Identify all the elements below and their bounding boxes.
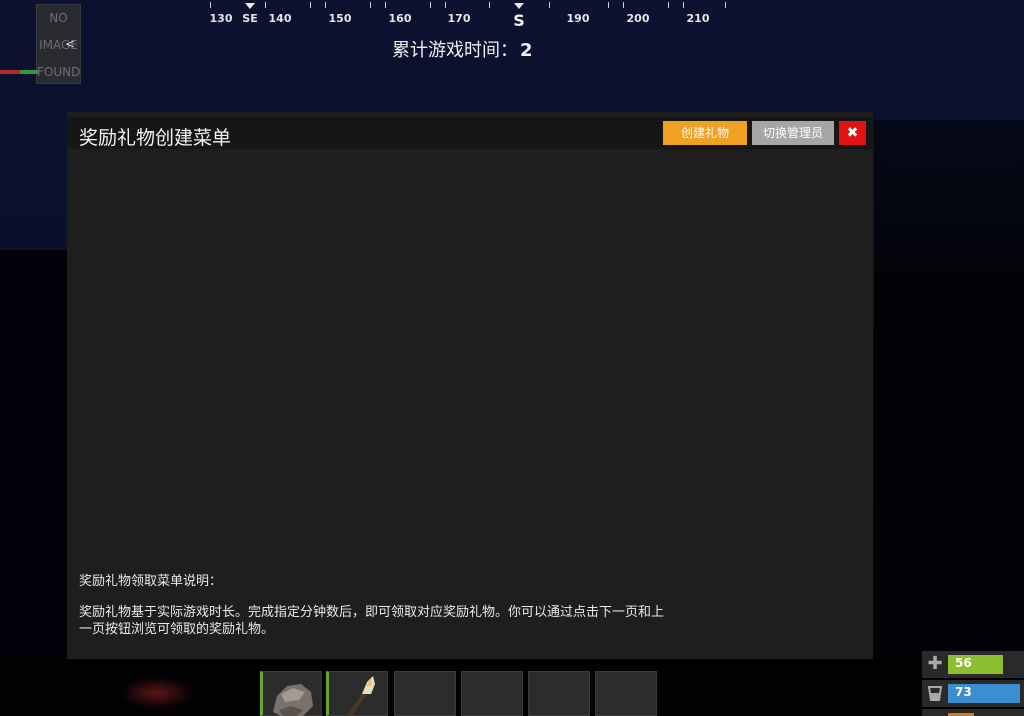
compass-tick	[265, 2, 266, 8]
compass-tick	[489, 2, 490, 8]
compass-tick	[725, 2, 726, 8]
switch-admin-button[interactable]: 切换管理员	[752, 121, 834, 145]
hotbar-slot-empty[interactable]	[461, 671, 523, 716]
compass-marker-s	[514, 3, 524, 9]
status-mini-bar-green	[20, 70, 38, 74]
no-image-text: NO	[49, 11, 68, 25]
compass-label-s: S	[513, 11, 525, 30]
background-silhouette-right	[874, 120, 1024, 660]
compass-label-210: 210	[686, 12, 710, 25]
panel-title: 奖励礼物创建菜单	[79, 127, 232, 149]
reward-gift-panel: 奖励礼物创建菜单 创建礼物 切换管理员 ✖ 奖励礼物领取菜单说明： 奖励礼物基于…	[67, 112, 873, 659]
compass-tick	[325, 2, 326, 8]
hydration-status: 73	[922, 680, 1024, 707]
compass-label-130: 130	[209, 12, 233, 25]
compass-tick	[668, 2, 669, 8]
close-button[interactable]: ✖	[839, 121, 866, 145]
playtime-display: 累计游戏时间： 2	[392, 36, 533, 62]
playtime-label: 累计游戏时间：	[392, 40, 518, 61]
compass-tick	[683, 2, 684, 8]
torch-icon	[347, 676, 375, 716]
compass-tick	[310, 2, 311, 8]
cup-icon	[926, 684, 944, 702]
panel-header: 奖励礼物创建菜单 创建礼物 切换管理员 ✖	[67, 117, 873, 149]
compass-tick	[385, 2, 386, 8]
compass-tick	[445, 2, 446, 8]
compass-label-170: 170	[447, 12, 471, 25]
rock-icon	[273, 684, 313, 716]
compass-tick	[210, 2, 211, 8]
hotbar-slot-empty[interactable]	[528, 671, 590, 716]
status-mini-bar	[0, 70, 38, 74]
no-image-placeholder: NO IMAGE FOUND <	[36, 4, 81, 84]
hotbar-slot-torch[interactable]	[326, 671, 388, 716]
hotbar-slot-empty[interactable]	[394, 671, 456, 716]
compass-label-140: 140	[268, 12, 292, 25]
description-body: 奖励礼物基于实际游戏时长。完成指定分钟数后，即可领取对应奖励礼物。你可以通过点击…	[79, 605, 665, 637]
compass-tick	[623, 2, 624, 8]
compass-bar: 130 SE 140 150 160 170 S 190 200 210	[205, 0, 730, 34]
back-arrow-icon[interactable]: <	[65, 37, 75, 51]
hydration-value: 73	[955, 685, 972, 699]
health-status: ✚ 56	[922, 651, 1024, 678]
compass-tick	[608, 2, 609, 8]
compass-marker-se	[245, 3, 255, 9]
compass-tick	[549, 2, 550, 8]
compass-label-200: 200	[626, 12, 650, 25]
hotbar-slot-rock[interactable]	[260, 671, 322, 716]
no-image-text: FOUND	[37, 65, 81, 79]
compass-label-se: SE	[242, 12, 258, 25]
compass-label-190: 190	[566, 12, 590, 25]
description-title: 奖励礼物领取菜单说明：	[79, 574, 223, 589]
food-status	[922, 709, 1024, 716]
health-cross-icon: ✚	[927, 653, 943, 674]
compass-label-150: 150	[328, 12, 352, 25]
health-value: 56	[955, 656, 972, 670]
compass-tick	[430, 2, 431, 8]
playtime-value: 2	[520, 40, 533, 61]
status-mini-bar-red	[0, 70, 20, 74]
compass-label-160: 160	[388, 12, 412, 25]
blurred-logo	[122, 678, 192, 708]
compass-tick	[370, 2, 371, 8]
hotbar-slot-empty[interactable]	[595, 671, 657, 716]
create-gift-button[interactable]: 创建礼物	[663, 121, 747, 145]
